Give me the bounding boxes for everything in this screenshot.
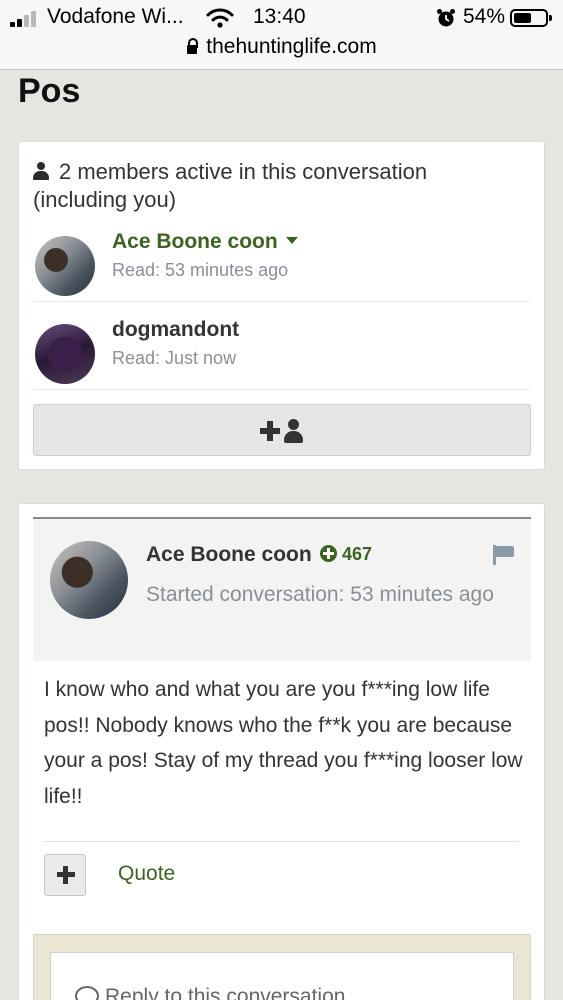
author-name[interactable]: Ace Boone coon bbox=[146, 543, 312, 567]
member-name: Ace Boone coon bbox=[112, 230, 278, 253]
post-timestamp: Started conversation: 53 minutes ago bbox=[146, 583, 494, 606]
members-heading-text: 2 members active in this conversation (i… bbox=[33, 159, 428, 212]
battery-icon bbox=[510, 9, 552, 27]
reputation-badge[interactable]: 467 bbox=[320, 544, 372, 565]
battery-percent: 54% bbox=[463, 5, 506, 28]
member-read-status: Read: 53 minutes ago bbox=[112, 260, 289, 280]
post-body: I know who and what you are you f***ing … bbox=[44, 678, 523, 808]
active-members-card: 2 members active in this conversation (i… bbox=[18, 141, 545, 470]
page-title: Pos bbox=[18, 72, 81, 110]
invite-member-button[interactable] bbox=[33, 404, 531, 456]
url-text: thehuntinglife.com bbox=[206, 35, 377, 58]
wifi-icon bbox=[206, 8, 234, 28]
address-bar[interactable]: thehuntinglife.com bbox=[0, 35, 563, 61]
members-heading: 2 members active in this conversation (i… bbox=[33, 158, 503, 214]
member-row: dogmandont Read: Just now bbox=[33, 302, 531, 390]
reply-placeholder-text: Reply to this conversation... bbox=[105, 985, 363, 1000]
message-post: Ace Boone coon 467 Started conversation:… bbox=[18, 503, 545, 1000]
reply-box: Reply to this conversation... bbox=[33, 934, 531, 1000]
multiquote-button[interactable] bbox=[44, 854, 86, 896]
author-avatar[interactable] bbox=[50, 541, 128, 619]
carrier-name: Vodafone Wi... bbox=[47, 5, 184, 28]
reply-editor[interactable]: Reply to this conversation... bbox=[50, 952, 514, 1000]
user-icon bbox=[33, 162, 49, 180]
member-name-link[interactable]: Ace Boone coon bbox=[112, 230, 298, 254]
member-name[interactable]: dogmandont bbox=[112, 318, 239, 342]
cellular-signal-icon bbox=[10, 11, 40, 27]
member-read-status: Read: Just now bbox=[112, 348, 237, 368]
alarm-clock-icon bbox=[437, 9, 455, 27]
post-header: Ace Boone coon 467 Started conversation:… bbox=[33, 517, 531, 661]
ios-status-bar: Vodafone Wi... 13:40 54% thehuntinglife.… bbox=[0, 0, 563, 70]
member-row: Ace Boone coon Read: 53 minutes ago bbox=[33, 214, 531, 302]
plus-icon bbox=[57, 866, 75, 884]
divider bbox=[44, 841, 519, 842]
comment-icon bbox=[75, 986, 99, 1000]
user-icon bbox=[284, 419, 304, 443]
quote-link[interactable]: Quote bbox=[118, 862, 175, 886]
clock: 13:40 bbox=[253, 5, 306, 28]
lock-icon bbox=[186, 38, 199, 54]
flag-icon[interactable] bbox=[493, 545, 515, 565]
reply-placeholder[interactable]: Reply to this conversation... bbox=[75, 985, 363, 1000]
plus-icon bbox=[260, 421, 280, 441]
plus-circle-icon bbox=[320, 545, 337, 562]
avatar[interactable] bbox=[35, 324, 95, 384]
avatar[interactable] bbox=[35, 236, 95, 296]
caret-down-icon[interactable] bbox=[285, 237, 298, 244]
reputation-count: 467 bbox=[342, 544, 373, 564]
